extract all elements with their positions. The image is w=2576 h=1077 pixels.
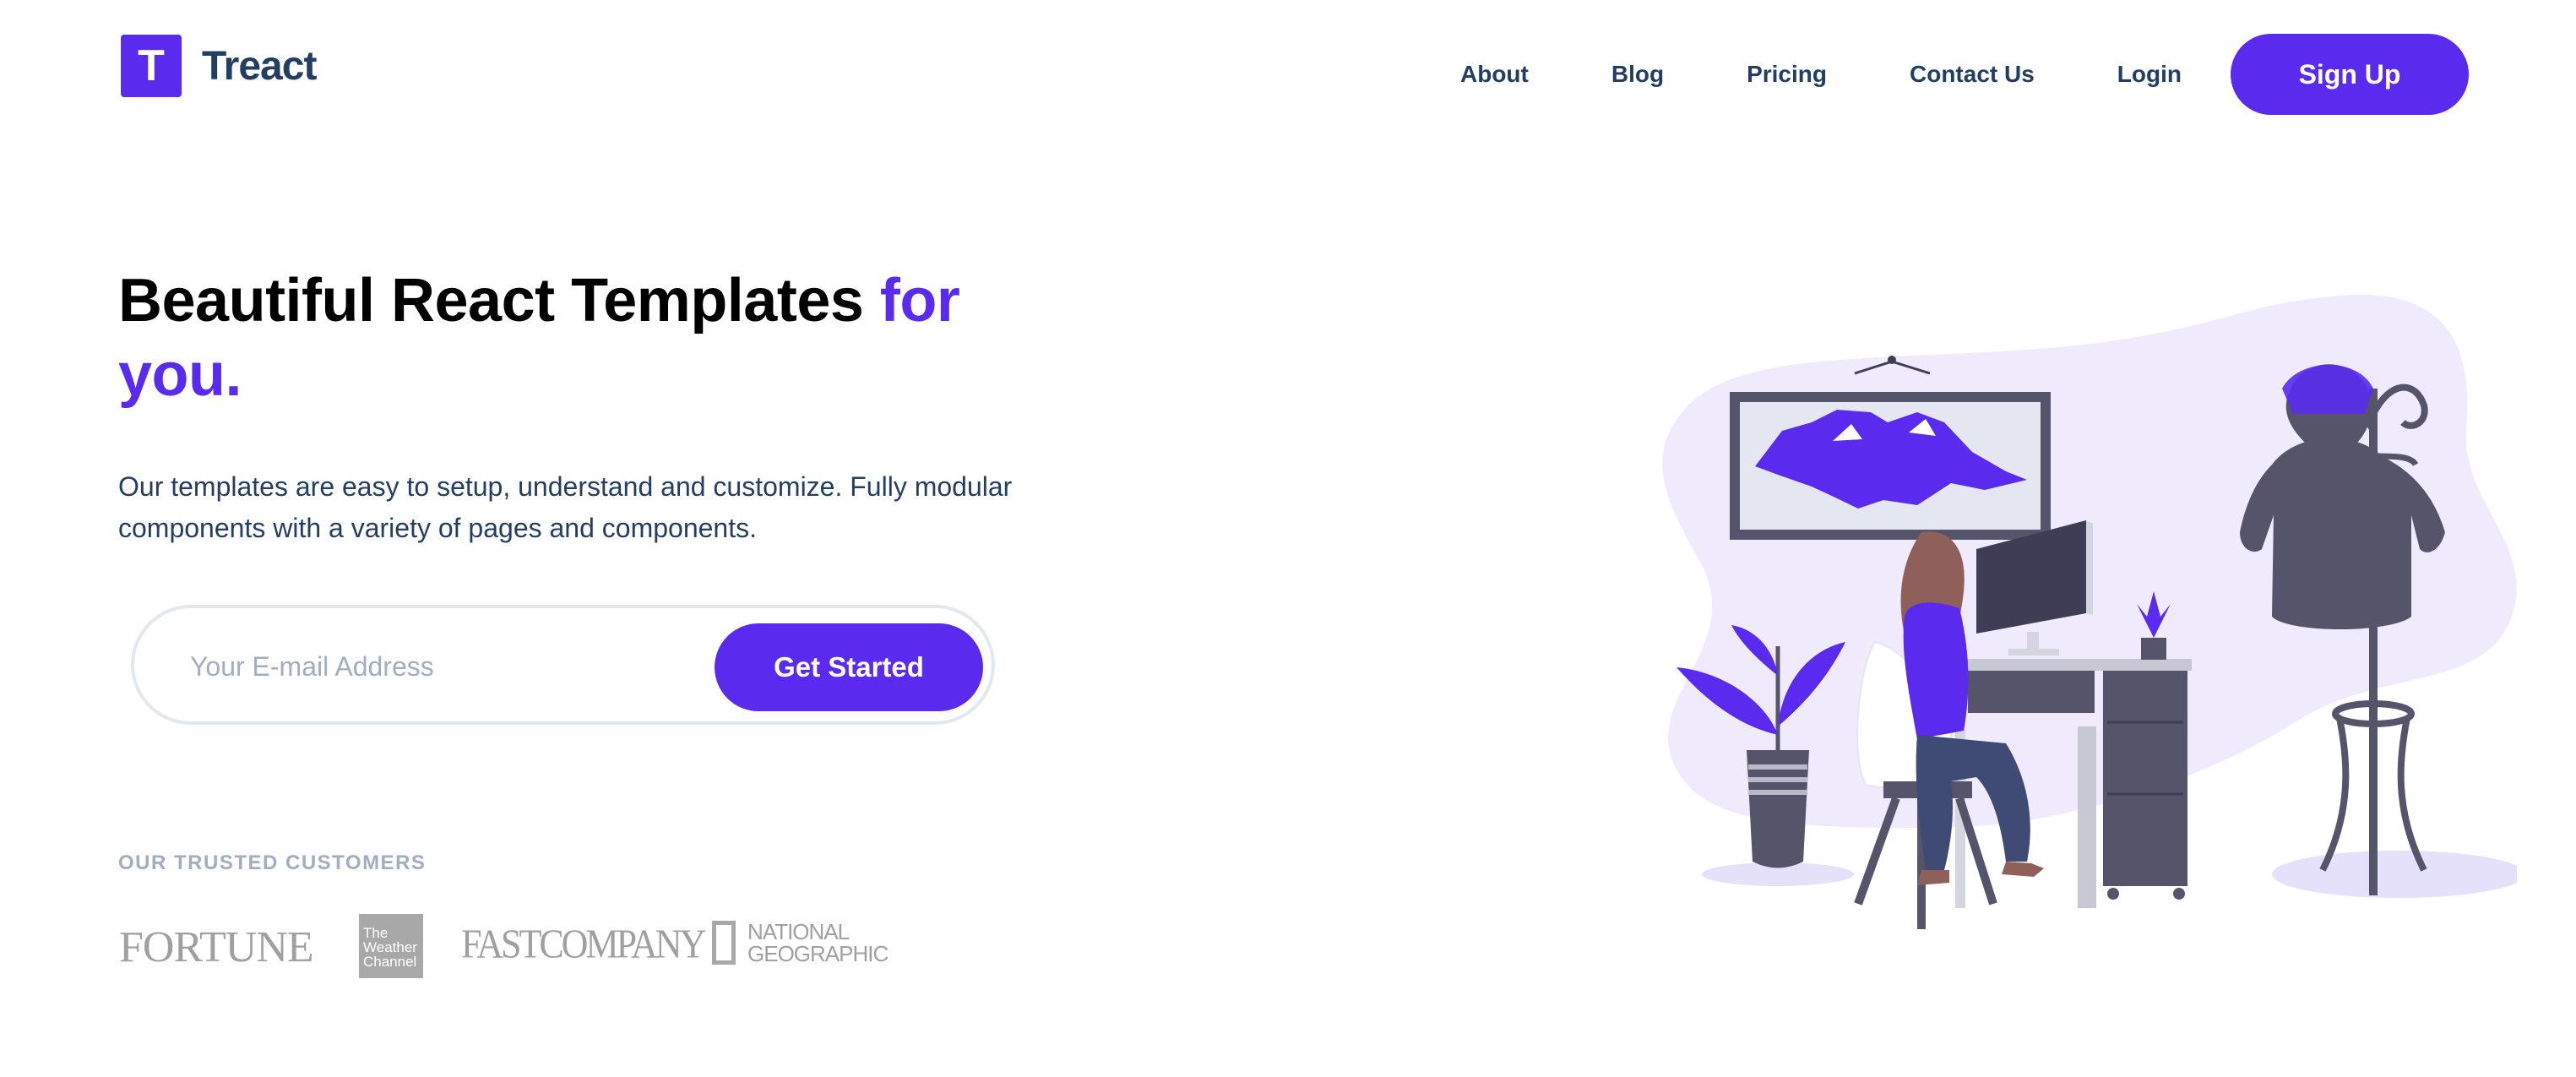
weather-channel-logo: The Weather Channel <box>359 914 423 978</box>
nav-pricing-link[interactable]: Pricing <box>1747 61 1827 88</box>
weather-logo-line: The <box>363 925 389 941</box>
natgeo-logo-line: NATIONAL <box>747 919 850 944</box>
national-geographic-logo: NATIONAL GEOGRAPHIC <box>712 919 889 966</box>
nav-contact-link[interactable]: Contact Us <box>1910 61 2035 88</box>
nav-blog-link[interactable]: Blog <box>1611 61 1664 88</box>
weather-logo-line: Weather <box>363 939 417 955</box>
logo[interactable]: T Treact <box>121 35 317 97</box>
hero-heading-main: Beautiful React Templates <box>118 267 880 335</box>
logo-mark-icon: T <box>121 35 182 97</box>
hero-description: Our templates are easy to setup, underst… <box>118 471 1013 543</box>
fortune-logo: FORTUNE <box>119 923 314 971</box>
hero-illustration <box>1662 294 2517 929</box>
get-started-button[interactable]: Get Started <box>715 623 983 711</box>
fast-company-logo: FASTCOMPANY <box>461 921 706 967</box>
email-input[interactable] <box>188 640 665 693</box>
signup-form: Get Started <box>131 605 995 725</box>
hero-heading: Beautiful React Templates for you. <box>118 264 1090 412</box>
natgeo-logo-line: GEOGRAPHIC <box>747 941 889 966</box>
main-nav: About Blog Pricing Contact Us Login Sign… <box>1460 34 2469 115</box>
weather-logo-line: Channel <box>363 954 417 970</box>
nav-about-link[interactable]: About <box>1460 61 1529 88</box>
brand-name: Treact <box>202 43 317 89</box>
nav-login-link[interactable]: Login <box>2117 61 2182 88</box>
customers-title: OUR TRUSTED CUSTOMERS <box>118 851 427 874</box>
natgeo-frame-icon <box>712 921 736 965</box>
sign-up-button[interactable]: Sign Up <box>2231 34 2469 115</box>
